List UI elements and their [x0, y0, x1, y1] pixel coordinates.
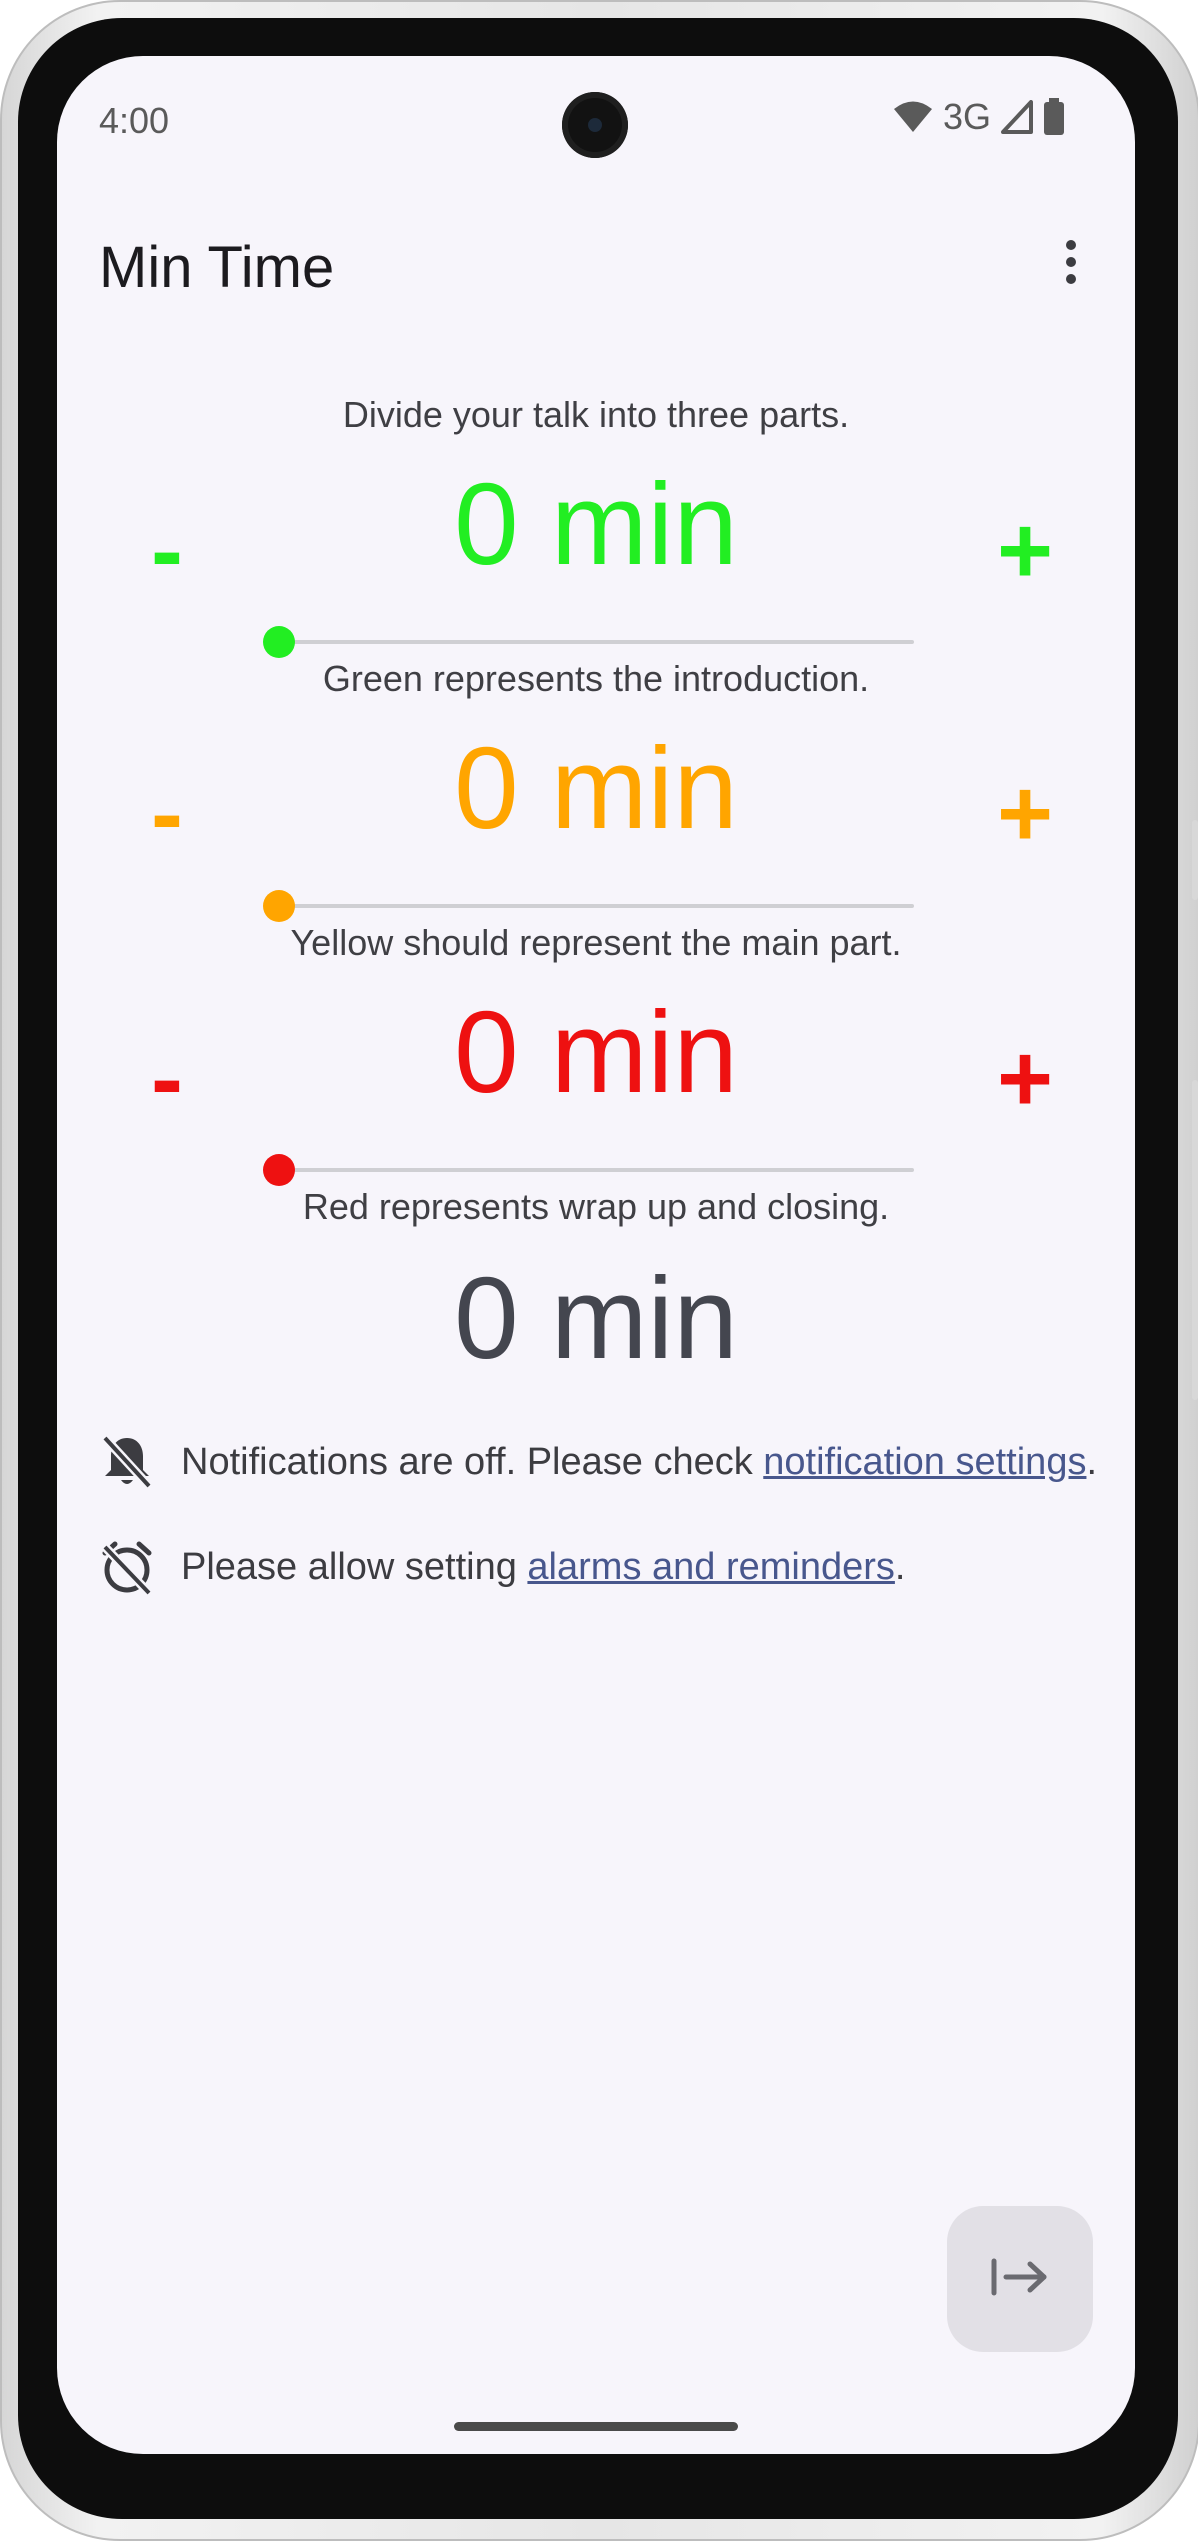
yellow-caption: Yellow should represent the main part. — [290, 922, 902, 963]
side-button-power — [1192, 820, 1198, 900]
yellow-plus-button[interactable]: + — [970, 759, 1080, 869]
green-slider[interactable] — [263, 622, 914, 662]
notification-settings-link[interactable]: notification settings — [763, 1441, 1086, 1484]
green-plus-button[interactable]: + — [970, 496, 1080, 606]
slider-track — [279, 904, 914, 908]
alarms-notice: Please allow setting alarms and reminder… — [97, 1537, 905, 1597]
app-title: Min Time — [99, 235, 335, 300]
more-vert-icon — [1065, 239, 1077, 290]
status-time: 4:00 — [99, 100, 170, 141]
front-camera — [562, 92, 628, 158]
signal-icon — [1001, 100, 1033, 134]
slider-thumb[interactable] — [263, 890, 295, 922]
alarm-off-icon — [97, 1537, 157, 1597]
alarms-notice-suffix: . — [894, 1545, 906, 1588]
screen: 4:00 3G Min Time Divide your talk into t… — [57, 56, 1135, 2454]
notifications-off-icon — [97, 1432, 157, 1492]
slider-track — [279, 640, 914, 644]
red-plus-button[interactable]: + — [970, 1024, 1080, 1134]
intro-text: Divide your talk into three parts. — [342, 394, 850, 435]
total-minutes: 0 min — [454, 1253, 738, 1383]
red-slider[interactable] — [263, 1150, 914, 1190]
green-caption: Green represents the introduction. — [322, 658, 870, 699]
alarms-reminders-link[interactable]: alarms and reminders — [527, 1546, 894, 1589]
start-button[interactable] — [947, 2206, 1093, 2352]
red-caption: Red represents wrap up and closing. — [302, 1186, 890, 1227]
slider-track — [279, 1168, 914, 1172]
battery-icon — [1043, 98, 1065, 136]
status-icons: 3G — [893, 96, 1065, 138]
notifications-notice-suffix: . — [1086, 1440, 1098, 1483]
home-indicator[interactable] — [454, 2422, 738, 2431]
notifications-notice: Notifications are off. Please check noti… — [97, 1432, 1097, 1492]
more-options-button[interactable] — [1049, 224, 1093, 304]
slider-thumb[interactable] — [263, 626, 295, 658]
wifi-icon — [893, 100, 933, 134]
start-arrow-icon — [990, 2257, 1050, 2302]
alarms-notice-text: Please allow setting — [181, 1545, 528, 1588]
side-button-volume — [1192, 1080, 1198, 1400]
slider-thumb[interactable] — [263, 1154, 295, 1186]
network-type: 3G — [942, 96, 991, 137]
notifications-notice-text: Notifications are off. Please check — [181, 1440, 764, 1483]
yellow-slider[interactable] — [263, 886, 914, 926]
